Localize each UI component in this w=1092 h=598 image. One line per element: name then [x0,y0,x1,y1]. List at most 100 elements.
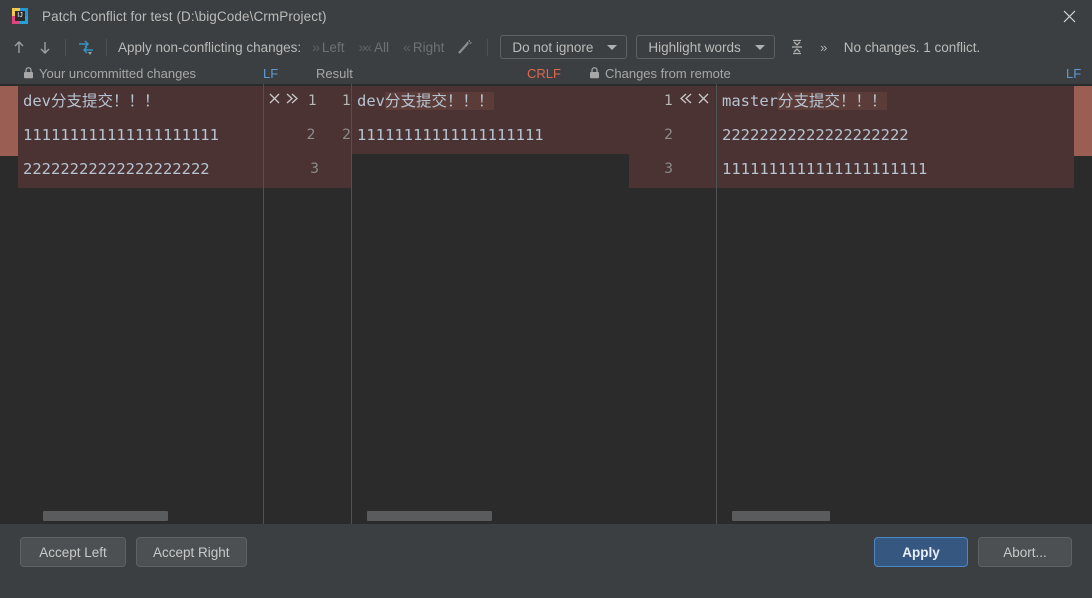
chevrons-right-small-icon[interactable]: » [810,35,836,59]
right-gutter-linenum-3: 3 [664,161,673,177]
conflict-marker[interactable] [1074,86,1092,156]
right-gutter-row-1: 1 [629,84,716,118]
right-gutter-linenum-1: 1 [664,93,673,109]
left-gutter-linenum-1: 1 [308,93,317,109]
ignore-policy-value: Do not ignore [512,39,594,55]
window-title: Patch Conflict for test (D:\bigCode\CrmP… [42,8,327,24]
collapse-unchanged-icon[interactable] [784,35,810,59]
toolbar-divider [65,38,66,56]
close-icon[interactable] [1046,0,1092,32]
ignore-policy-dropdown[interactable]: Do not ignore [500,35,628,59]
chevrons-both-icon: »« [358,39,372,55]
result-gutter-linenum-1: 1 [342,93,351,109]
apply-right-label: Right [412,39,445,55]
left-line-1-hl: 分支提交！！！ [51,92,160,110]
arrow-up-icon[interactable] [6,35,32,59]
scrollbar-thumb[interactable] [43,511,168,521]
apply-left-button[interactable]: » Left [305,35,351,59]
chevrons-right-icon[interactable] [284,84,299,118]
result-line-1-text: dev [357,92,385,110]
right-line-separator[interactable]: LF [1066,66,1081,81]
close-icon[interactable] [268,84,281,118]
result-line-2: 11111111111111111111 [352,118,629,152]
chevrons-left-icon[interactable] [679,84,694,118]
right-line-3: 1111111111111111111111 [717,152,1074,186]
apply-changes-icon[interactable] [73,35,99,59]
apply-nonconflicting-label: Apply non-conflicting changes: [118,39,302,55]
right-line-2-text: 22222222222222222222 [722,126,909,144]
right-line-1-text: master [722,92,778,110]
apply-all-button[interactable]: »« All [351,35,396,59]
horizontal-scrollbars [0,508,1092,524]
left-pane-hscrollbar[interactable] [18,508,263,524]
right-line-1-hl: 分支提交！！！ [778,92,887,110]
right-pane-title: Changes from remote [605,65,731,81]
lock-icon [589,67,600,79]
result-editor-pane[interactable]: dev分支提交！！！ 11111111111111111111 [352,84,629,508]
toolbar: Apply non-conflicting changes: » Left »«… [0,32,1092,62]
highlight-policy-value: Highlight words [648,39,741,55]
chevrons-right-icon: » [312,39,320,55]
result-line-2-text: 11111111111111111111 [357,126,544,144]
left-conflict-marker-strip[interactable] [0,84,18,508]
left-editor-pane[interactable]: dev分支提交！！！ 111111111111111111111 2222222… [18,84,263,508]
lock-icon [23,67,34,79]
left-gutter-row-3: 3 [264,152,351,186]
arrow-down-icon[interactable] [32,35,58,59]
left-line-3: 22222222222222222222 [18,152,263,186]
chevrons-left-icon: « [403,39,411,55]
right-conflict-marker-strip[interactable] [1074,84,1092,508]
result-line-1: dev分支提交！！！ [352,84,629,118]
footer-bar: Accept Left Accept Right Apply Abort... [0,524,1092,580]
left-gutter-row-1: 1 1 [264,84,351,118]
diff-status-text: No changes. 1 conflict. [843,39,981,55]
result-pane-title: Result [316,65,353,81]
right-line-2: 22222222222222222222 [717,118,1074,152]
toolbar-divider-2 [106,38,107,56]
apply-button[interactable]: Apply [874,537,968,567]
toolbar-divider-3 [487,38,489,56]
pane-headers: Your uncommitted changes LF Result CRLF … [0,62,1092,84]
right-gutter[interactable]: 1 2 3 [629,84,716,508]
result-line-separator[interactable]: CRLF [527,66,561,81]
right-gutter-row-2: 2 [629,118,716,152]
result-line-1-hl: 分支提交！！！ [385,92,494,110]
chevron-down-icon [607,44,618,50]
intellij-idea-icon: IJ [12,8,28,24]
magic-wand-icon[interactable] [451,35,477,59]
left-gutter-linenum-2: 2 [306,127,316,143]
abort-button[interactable]: Abort... [978,537,1072,567]
left-line-1-text: dev [23,92,51,110]
left-line-separator[interactable]: LF [263,66,278,81]
diff-body: dev分支提交！！！ 111111111111111111111 2222222… [0,84,1092,508]
right-line-1: master分支提交！！！ [717,84,1074,118]
left-line-3-text: 22222222222222222222 [23,160,210,178]
left-line-2-text: 111111111111111111111 [23,126,219,144]
title-bar: IJ Patch Conflict for test (D:\bigCode\C… [0,0,1092,32]
right-pane-header: Changes from remote [589,66,731,81]
apply-right-button[interactable]: « Right [396,35,451,59]
right-pane-hscrollbar[interactable] [717,508,1074,524]
scrollbar-thumb[interactable] [367,511,492,521]
right-line-3-text: 1111111111111111111111 [722,160,928,178]
left-line-1: dev分支提交！！！ [18,84,263,118]
right-gutter-row-3: 3 [629,152,716,186]
left-pane-header: Your uncommitted changes [23,66,196,81]
left-gutter-linenum-3: 3 [310,161,319,177]
close-icon[interactable] [697,84,710,118]
accept-right-button[interactable]: Accept Right [136,537,247,567]
left-pane-title: Your uncommitted changes [39,65,197,81]
right-editor-pane[interactable]: master分支提交！！！ 22222222222222222222 11111… [717,84,1074,508]
left-gutter-row-2: 2 2 [264,118,351,152]
scrollbar-thumb[interactable] [732,511,830,521]
chevron-down-icon [754,44,765,50]
conflict-marker[interactable] [0,86,18,156]
result-gutter-linenum-2: 2 [342,127,351,143]
left-gutter[interactable]: 1 1 2 2 3 [264,84,351,508]
highlight-policy-dropdown[interactable]: Highlight words [636,35,775,59]
accept-left-button[interactable]: Accept Left [20,537,126,567]
result-pane-hscrollbar[interactable] [352,508,629,524]
left-line-2: 111111111111111111111 [18,118,263,152]
apply-all-label: All [374,39,390,55]
right-gutter-linenum-2: 2 [664,127,673,143]
